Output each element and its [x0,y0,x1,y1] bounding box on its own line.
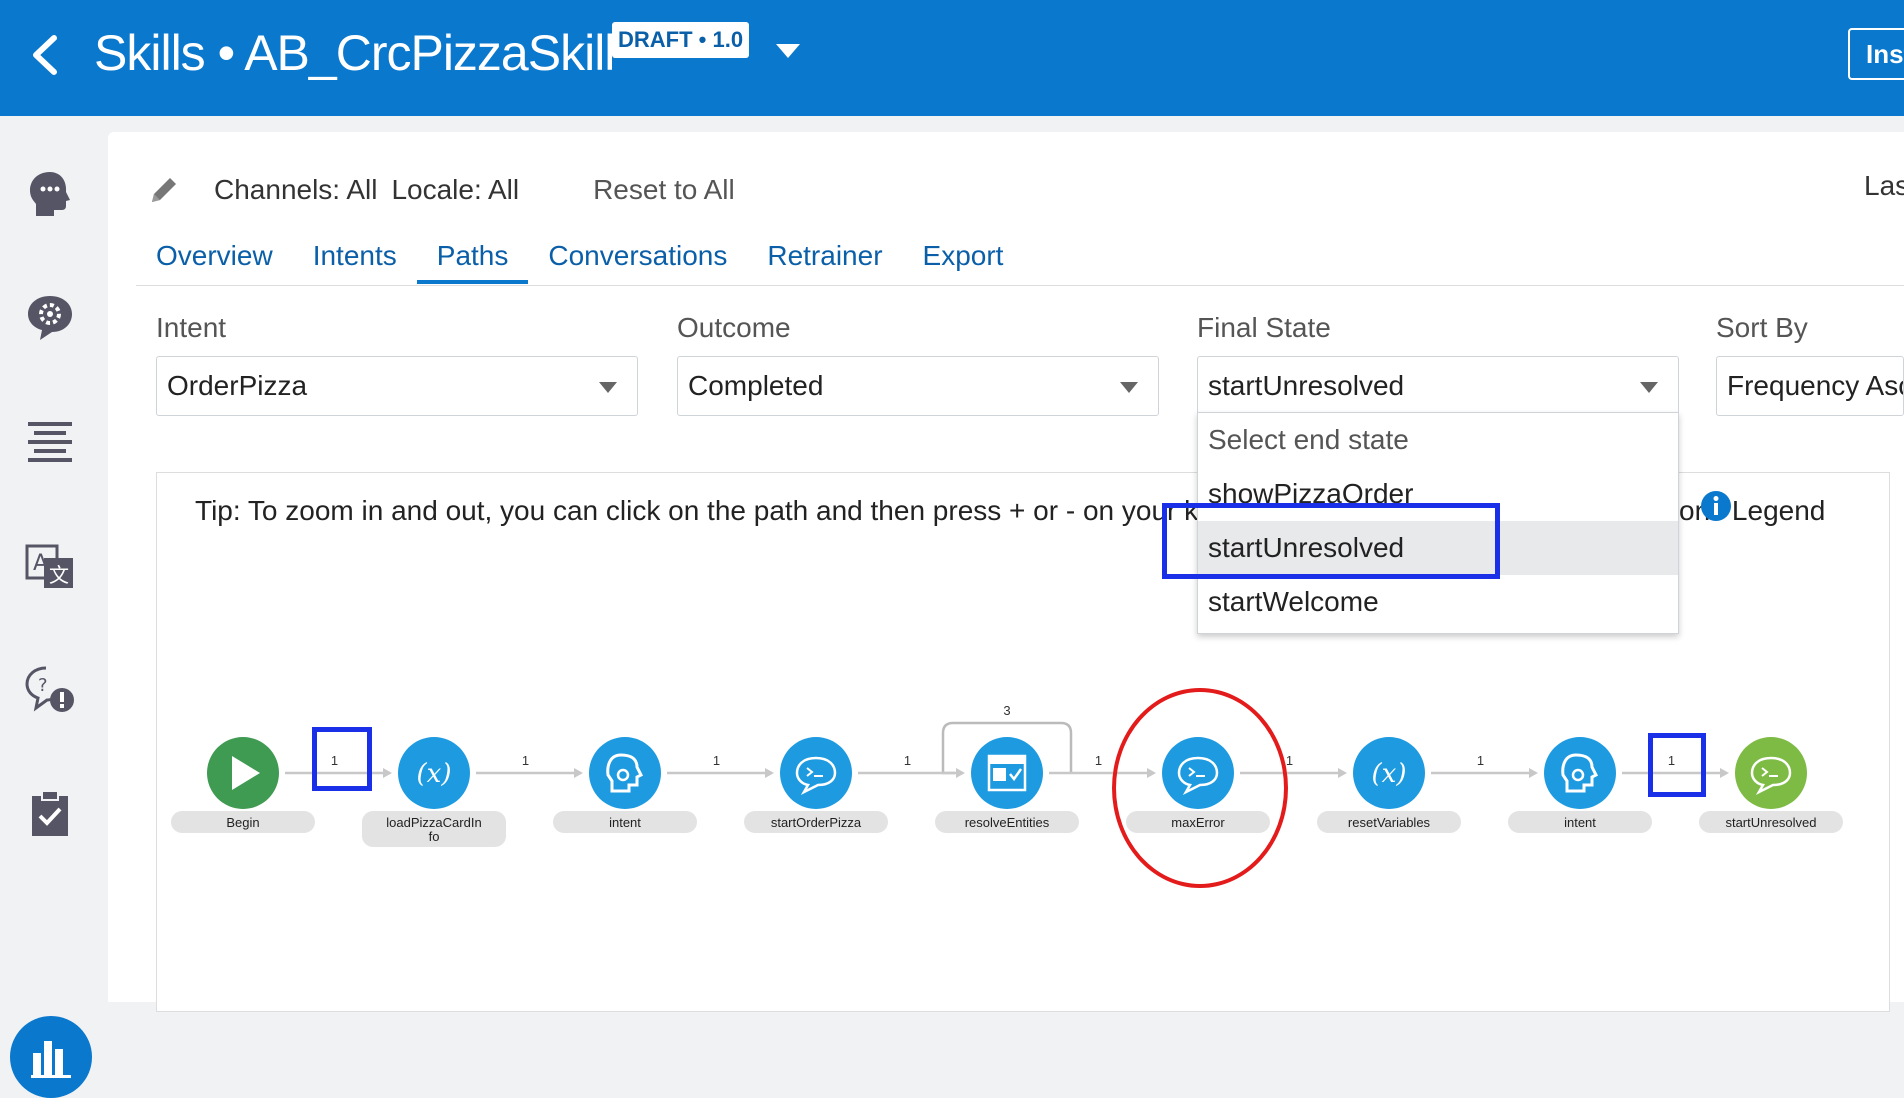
outcome-select[interactable]: Completed [677,356,1159,416]
tab-export[interactable]: Export [903,232,1024,284]
tab-retrainer[interactable]: Retrainer [747,232,902,284]
path-node[interactable]: startOrderPizza [744,737,888,833]
tab-divider [136,285,1904,286]
node-label: fo [429,829,440,844]
tab-paths[interactable]: Paths [416,232,529,284]
form-header-icon [989,756,1025,764]
outcome-value: Completed [688,370,824,401]
edge-count-label: 1 [1477,753,1484,768]
path-node[interactable]: startUnresolved [1699,737,1843,833]
intent-field: Intent OrderPizza [156,312,638,416]
node-label: Begin [226,815,259,830]
outcome-field: Outcome Completed [677,312,1159,416]
sidebar: A文 ? [0,116,108,1098]
final-state-value: startUnresolved [1208,370,1405,401]
insights-icon[interactable] [10,1016,92,1098]
last-updated-label: Las [1864,170,1904,201]
version-badge: DRAFT • 1.0 [612,22,750,58]
arrow-head-icon [574,768,583,778]
header-bar: Skills • AB_CrcPizzaSkill DRAFT • 1.0 In… [0,0,1904,116]
tab-intents[interactable]: Intents [293,232,417,284]
arrow-head-icon [383,768,392,778]
node-label: resolveEntities [965,815,1050,830]
intent-value: OrderPizza [167,370,308,401]
path-node[interactable]: intent [1508,737,1652,833]
translate-icon[interactable]: A文 [24,540,76,592]
reset-variable-icon: (x) [1372,759,1407,789]
path-node[interactable]: Begin [171,737,315,833]
node-circle [1735,737,1807,809]
node-circle [971,737,1043,809]
node-label: loadPizzaCardIn [386,815,481,830]
info-icon[interactable] [1700,490,1732,522]
sort-by-value: Frequency Asc [1727,370,1904,401]
intent-select[interactable]: OrderPizza [156,356,638,416]
arrow-head-icon [765,768,774,778]
sort-by-field: Sort By Frequency Asc [1716,312,1904,416]
arrow-head-icon [1338,768,1347,778]
dropdown-placeholder: Select end state [1208,424,1409,455]
final-state-select[interactable]: startUnresolved [1197,356,1679,416]
arrow-head-icon [956,768,965,778]
highlight-circle-maxerror [1112,688,1288,888]
node-circle [780,737,852,809]
page-title: Skills • AB_CrcPizzaSkill [94,25,615,81]
edit-pencil-icon[interactable] [148,174,180,206]
edge-count-label: 1 [1286,753,1293,768]
node-label: startUnresolved [1725,815,1816,830]
help-chat-icon[interactable]: ? [24,664,76,716]
edge-count-label: 1 [1095,753,1102,768]
install-button[interactable]: Inst [1848,28,1904,80]
channels-filter: Channels: All [214,174,378,205]
node-circle [589,737,661,809]
image-icon [993,768,1006,781]
highlight-box-selected-option [1162,503,1500,579]
edge-count-label: 1 [713,753,720,768]
tab-conversations[interactable]: Conversations [528,232,747,284]
loop-count-label: 3 [1003,703,1010,718]
checklist-icon[interactable] [24,788,76,840]
highlight-box-first-edge [312,727,372,791]
chevron-down-icon [1120,382,1138,393]
svg-text:?: ? [38,675,48,696]
node-label: intent [1564,815,1596,830]
tab-bar: Overview Intents Paths Conversations Ret… [136,232,1023,284]
node-circle [1544,737,1616,809]
sort-by-label: Sort By [1716,312,1808,343]
path-node[interactable]: intent [553,737,697,833]
flows-icon[interactable] [24,416,76,468]
highlight-box-last-edge [1648,733,1706,797]
path-node[interactable]: (x) loadPizzaCardInfo [362,737,506,847]
node-label: startOrderPizza [771,815,862,830]
outcome-label: Outcome [677,312,791,343]
chevron-down-icon [599,382,617,393]
arrow-head-icon [1720,768,1729,778]
node-label: intent [609,815,641,830]
node-label: resetVariables [1348,815,1431,830]
tab-overview[interactable]: Overview [136,232,293,284]
version-dropdown-icon[interactable] [776,44,800,58]
dropdown-option-startwelcome[interactable]: startWelcome [1198,575,1678,629]
filter-summary: Channels: All Locale: All Reset to All [148,170,735,210]
locale-filter: Locale: All [391,174,520,205]
final-state-field: Final State startUnresolved [1197,312,1679,416]
intent-label: Intent [156,312,227,343]
reset-filters-link[interactable]: Reset to All [593,174,735,206]
path-node[interactable]: resolveEntities [935,737,1079,833]
arrow-head-icon [1529,768,1538,778]
variable-icon: (x) [417,759,452,789]
edge-count-label: 1 [522,753,529,768]
sort-by-select[interactable]: Frequency Asc [1716,356,1904,416]
settings-chat-icon[interactable] [24,292,76,344]
svg-text:文: 文 [49,563,69,587]
intents-icon[interactable] [24,168,76,220]
path-node[interactable]: (x) resetVariables [1317,737,1461,833]
edge-count-label: 1 [904,753,911,768]
back-chevron-icon[interactable] [26,30,66,80]
chevron-down-icon [1640,382,1658,393]
final-state-label: Final State [1197,312,1331,343]
